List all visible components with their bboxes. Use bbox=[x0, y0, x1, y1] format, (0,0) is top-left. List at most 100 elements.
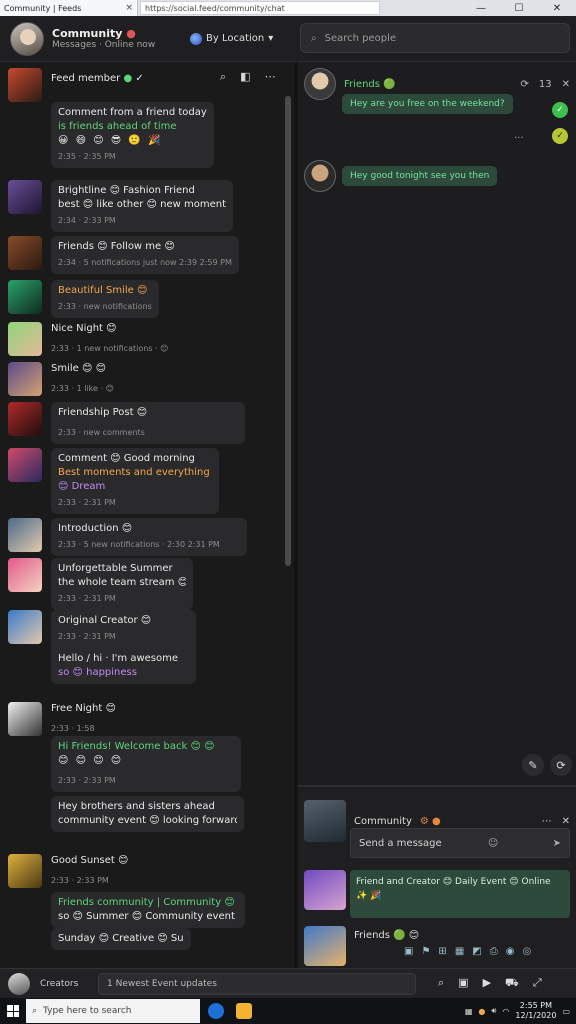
list-item[interactable]: Comment from a friend today is friends a… bbox=[51, 102, 214, 168]
avatar[interactable] bbox=[8, 362, 42, 396]
list-item[interactable]: Comment 😊 Good morning Best moments and … bbox=[8, 448, 219, 514]
gif-icon[interactable]: ▦ bbox=[455, 946, 464, 957]
list-item[interactable]: Hey brothers and sisters ahead community… bbox=[51, 796, 244, 832]
browser-app-icon[interactable] bbox=[208, 1003, 224, 1019]
clock[interactable]: 2:55 PM 12/1/2020 bbox=[515, 1001, 556, 1021]
avatar[interactable] bbox=[10, 21, 44, 56]
avatar[interactable] bbox=[304, 870, 346, 910]
list-item[interactable]: Introduction 😊 2:33 · 5 new notification… bbox=[8, 518, 247, 556]
avatar[interactable] bbox=[8, 448, 42, 482]
filter-label: By Location bbox=[206, 33, 265, 44]
avatar[interactable] bbox=[8, 402, 42, 436]
mini-chat-input[interactable]: Send a message ☺ ➤ bbox=[350, 828, 570, 858]
list-item[interactable]: Original Creator 😊 2:33 · 2:31 PM Hello … bbox=[8, 610, 196, 684]
expand-icon[interactable]: ⤢ bbox=[533, 976, 542, 991]
network-icon[interactable]: ▦ bbox=[465, 1007, 473, 1016]
user-info: Community ● Messages · Online now bbox=[52, 27, 182, 50]
avatar[interactable] bbox=[8, 280, 42, 314]
feed-header[interactable]: Feed member ● ✓ bbox=[8, 68, 144, 102]
attach-icon[interactable]: ⎙ bbox=[490, 946, 498, 957]
system-tray: ▦ ● 🔊︎ ◠ 2:55 PM 12/1/2020 ▭ bbox=[465, 1001, 576, 1021]
refresh-icon[interactable]: ⟳ bbox=[550, 754, 572, 776]
avatar[interactable] bbox=[304, 800, 346, 842]
avatar[interactable] bbox=[8, 518, 42, 552]
taskbar-search[interactable]: ⌕ Type here to search bbox=[26, 999, 200, 1023]
list-item[interactable]: Smile 😊 😊 2:33 · 1 like · 😊 bbox=[8, 362, 114, 396]
feed-scrollbar[interactable] bbox=[285, 96, 291, 566]
send-icon[interactable]: ➤ bbox=[553, 838, 561, 849]
video-icon[interactable]: ▶ bbox=[483, 976, 491, 991]
more-icon[interactable]: ⋯ bbox=[542, 816, 552, 827]
close-icon[interactable]: ✕ bbox=[562, 816, 570, 827]
avatar[interactable] bbox=[8, 322, 42, 356]
list-item[interactable]: Brightline 😊 Fashion Friend best 😊 like … bbox=[8, 180, 234, 232]
sticker-icon[interactable]: ◩ bbox=[472, 946, 481, 957]
address-bar[interactable]: https://social.feed/community/chat bbox=[140, 1, 380, 15]
list-item[interactable]: Friends 😊 Follow me 😊 2:34 · 5 notificat… bbox=[8, 236, 239, 274]
grid-icon[interactable]: ⊞ bbox=[438, 946, 446, 957]
search-icon[interactable]: ⌕ bbox=[438, 976, 444, 991]
browser-tab[interactable]: Community | Feeds × bbox=[0, 0, 138, 16]
list-item[interactable]: Hi Friends! Welcome back 😊 😊 😊 😊 😊 😊 2:3… bbox=[51, 736, 241, 792]
more-icon[interactable]: ⋯ bbox=[265, 70, 276, 84]
composer-label: Creators bbox=[40, 978, 79, 989]
list-item[interactable]: Unforgettable Summer the whole team stre… bbox=[8, 558, 193, 610]
user-status: Messages · Online now bbox=[52, 40, 156, 50]
avatar[interactable] bbox=[8, 180, 42, 214]
emoji-icon[interactable]: ☺ bbox=[488, 838, 498, 849]
avatar[interactable] bbox=[304, 160, 336, 192]
composer-input[interactable] bbox=[98, 972, 416, 995]
flag-icon[interactable]: ⚑ bbox=[421, 946, 430, 957]
image-icon[interactable]: ▣ bbox=[458, 976, 468, 991]
mic-icon[interactable]: ◎ bbox=[522, 946, 531, 957]
app-header: Community ● Messages · Online now By Loc… bbox=[0, 16, 576, 62]
action-center-icon[interactable]: ▭ bbox=[562, 1007, 570, 1016]
close-window-button[interactable]: ✕ bbox=[538, 0, 576, 16]
list-item[interactable]: Good Sunset 😊 2:33 · 2:33 PM bbox=[8, 854, 128, 888]
post-meta: 2:33 · 1 like · 😊 bbox=[51, 384, 114, 393]
clock-time: 2:55 PM bbox=[519, 1001, 553, 1010]
location-filter[interactable]: By Location ▾ bbox=[190, 32, 273, 45]
taskbar-apps bbox=[208, 1003, 252, 1019]
avatar[interactable] bbox=[8, 854, 42, 888]
filter-icon[interactable]: ◧ bbox=[240, 70, 250, 84]
wifi-icon[interactable]: ◠ bbox=[502, 1007, 509, 1016]
search-input[interactable] bbox=[324, 32, 545, 44]
search-box[interactable]: ⌕ bbox=[300, 23, 570, 53]
car-icon[interactable]: ⛟ bbox=[505, 976, 519, 991]
close-icon[interactable]: ✕ bbox=[562, 79, 570, 90]
list-item[interactable]: Beautiful Smile 😊 2:33 · new notificatio… bbox=[8, 280, 159, 318]
notification-icon[interactable]: ● bbox=[478, 1007, 485, 1016]
maximize-button[interactable]: ☐ bbox=[500, 0, 538, 16]
image-icon[interactable]: ▣ bbox=[404, 946, 413, 957]
avatar[interactable] bbox=[8, 610, 42, 644]
list-item[interactable]: Friends community | Community 😊 fan so 😊… bbox=[51, 892, 245, 928]
avatar[interactable] bbox=[304, 68, 336, 100]
list-item[interactable]: Sunday 😊 Creative 😊 Sunday 😊 bbox=[51, 928, 191, 950]
call-icon[interactable]: ⟳ bbox=[520, 79, 528, 90]
post-meta: 2:33 · 2:31 PM bbox=[58, 632, 116, 641]
list-item[interactable]: Friendship Post 😊 2:33 · new comments bbox=[8, 402, 245, 444]
list-item[interactable]: Free Night 😊 2:33 · 1:58 bbox=[8, 702, 116, 736]
tab-close-icon[interactable]: × bbox=[125, 3, 133, 13]
avatar[interactable] bbox=[8, 702, 42, 736]
post-meta: 2:33 · 1 new notifications · 😊 bbox=[51, 344, 169, 353]
list-item[interactable]: Nice Night 😊 2:33 · 1 new notifications … bbox=[8, 322, 168, 356]
start-button[interactable] bbox=[0, 1005, 26, 1017]
post-bubble: Hi Friends! Welcome back 😊 😊 😊 😊 😊 😊 2:3… bbox=[51, 736, 241, 792]
minimize-button[interactable]: — bbox=[462, 0, 500, 16]
avatar[interactable] bbox=[8, 972, 30, 995]
volume-icon[interactable]: 🔊︎ bbox=[491, 1006, 496, 1016]
search-icon[interactable]: ⌕ bbox=[220, 70, 226, 84]
status-dot-icon: ● bbox=[126, 27, 136, 40]
chat-actions: ⟳ 13 ✕ bbox=[520, 79, 570, 90]
avatar[interactable] bbox=[8, 558, 42, 592]
avatar[interactable] bbox=[304, 926, 346, 966]
post-plain: Smile 😊 😊 2:33 · 1 like · 😊 bbox=[51, 362, 114, 396]
camera-icon[interactable]: ◉ bbox=[506, 946, 515, 957]
avatar[interactable] bbox=[8, 236, 42, 270]
avatar[interactable] bbox=[8, 68, 42, 102]
folder-app-icon[interactable] bbox=[236, 1003, 252, 1019]
edit-icon[interactable]: ✎ bbox=[522, 754, 544, 776]
emoji-icon: ⚙ ● bbox=[419, 815, 441, 827]
